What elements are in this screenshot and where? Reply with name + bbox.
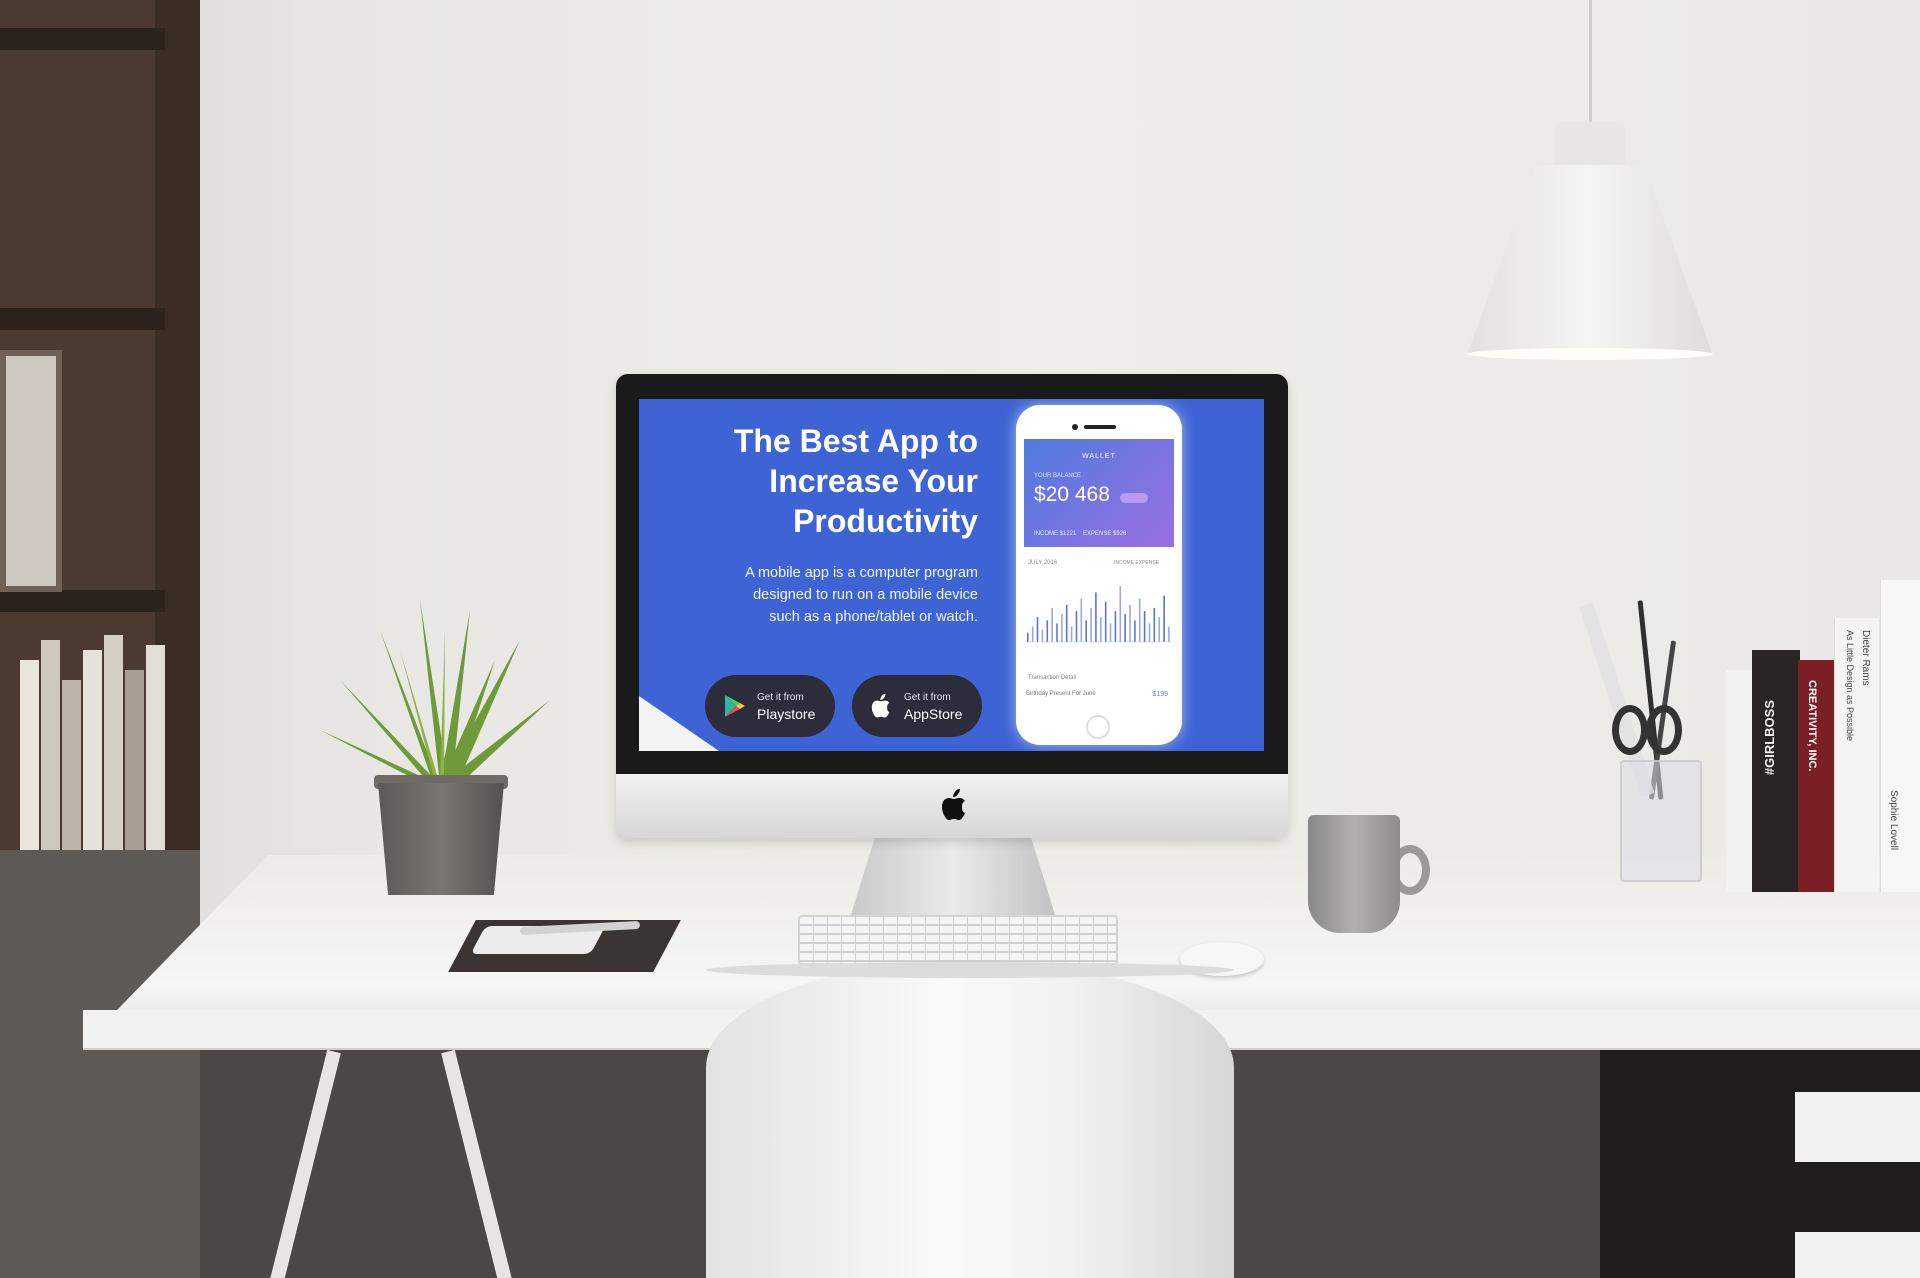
chart-bar: [1056, 623, 1058, 642]
pendant-lamp: [1467, 165, 1713, 355]
book-spine-girlboss: #GIRLBOSS: [1762, 700, 1777, 776]
appstore-label: Get it from AppStore: [904, 689, 962, 723]
button-small-text: Get it from: [904, 692, 951, 703]
chart-bar: [1119, 586, 1122, 642]
chart-bar: [1031, 626, 1034, 642]
income-expense-row: INCOME $1221 EXPENSE $926: [1034, 531, 1126, 537]
chart-bar: [1168, 626, 1170, 642]
chart-bar: [1075, 611, 1078, 642]
chart-bar: [1158, 617, 1160, 642]
chart-bar: [1129, 604, 1131, 642]
chair-rim: [706, 962, 1234, 978]
book: [1834, 618, 1879, 892]
monitor-stand: [850, 838, 1056, 918]
cabinet: [0, 850, 200, 1278]
phone-mockup: WALLET YOUR BALANCE $20 468 INCOME $1221…: [1016, 405, 1182, 745]
subtext-line: such as a phone/tablet or watch.: [769, 609, 978, 625]
hero-headline: The Best App to Increase Your Productivi…: [648, 421, 978, 541]
chart-bar: [1046, 620, 1049, 642]
transaction-name: Birthday Present For June: [1026, 691, 1096, 697]
chair: [706, 962, 1234, 1278]
chart-bar: [1143, 611, 1146, 642]
headline-line: Increase Your: [769, 463, 978, 499]
phone-camera: [1072, 424, 1078, 430]
expense-value: EXPENSE $926: [1083, 531, 1127, 537]
balance-badge: [1120, 493, 1148, 503]
button-big-text: Playstore: [757, 706, 816, 722]
scissors: [1612, 705, 1648, 755]
chart-bar: [1153, 607, 1156, 642]
wallet-title: WALLET: [1082, 453, 1116, 460]
chart-bar: [1114, 611, 1117, 642]
button-big-text: AppStore: [904, 706, 963, 722]
scissors: [1646, 705, 1682, 755]
chart-legend: INCOME EXPENSE: [1114, 560, 1160, 566]
picture-frame: [0, 350, 62, 592]
book-spine-dieter-rams: Dieter Rams: [1860, 630, 1871, 686]
chart-bar: [1036, 617, 1039, 642]
desk-scene: #GIRLBOSS CREATIVITY, INC. Dieter Rams A…: [0, 0, 1920, 1278]
shelf-board: [0, 28, 165, 50]
subtext-line: A mobile app is a computer program: [745, 565, 978, 581]
shelf-board: [0, 308, 165, 330]
chart-bar: [1090, 607, 1092, 642]
transaction-price: $199: [1152, 691, 1168, 698]
plant-leaves: [320, 600, 550, 785]
button-small-text: Get it from: [757, 692, 804, 703]
chart-bar: [1070, 626, 1073, 642]
lamp-light: [1467, 348, 1713, 360]
chart-bar: [1104, 601, 1107, 642]
shelf-board: [0, 590, 165, 612]
drawer-front: [1795, 1092, 1920, 1162]
pen-cup: [1620, 760, 1702, 882]
playstore-label: Get it from Playstore: [757, 689, 815, 723]
apple-icon: [871, 693, 890, 718]
lamp-cap: [1555, 122, 1625, 170]
mini-bar-chart: [1026, 586, 1172, 643]
headline-line: Productivity: [793, 503, 978, 539]
chart-bar: [1100, 617, 1102, 642]
play-store-icon: [725, 695, 745, 717]
income-value: INCOME $1221: [1034, 531, 1077, 537]
shelf-books: [20, 630, 165, 860]
lamp-cord: [1589, 0, 1592, 125]
chart-bar: [1027, 632, 1029, 642]
screen-landing-page: The Best App to Increase Your Productivi…: [639, 399, 1264, 751]
chart-bar: [1051, 607, 1053, 642]
apple-logo-icon: [942, 789, 965, 820]
book-spine-creativity: CREATIVITY, INC.: [1806, 680, 1818, 772]
hero-subtext: A mobile app is a computer program desig…: [688, 562, 978, 628]
subtext-line: designed to run on a mobile device: [753, 587, 978, 603]
balance-value: $20 468: [1034, 483, 1110, 506]
chart-bar: [1085, 620, 1087, 642]
book-spine-subtitle: As Little Design as Possible: [1845, 630, 1855, 742]
chart-bar: [1095, 592, 1097, 642]
book-spine-author: Sophie Lovell: [1888, 790, 1899, 851]
phone-speaker: [1084, 425, 1116, 429]
chart-bar: [1148, 623, 1151, 642]
appstore-button[interactable]: Get it from AppStore: [852, 675, 982, 737]
chart-bar: [1041, 629, 1044, 642]
chart-month: JULY 2016: [1028, 560, 1058, 566]
chart-bar: [1109, 623, 1112, 642]
chart-bar: [1080, 598, 1083, 642]
coffee-mug: [1308, 815, 1400, 933]
wallet-card: WALLET YOUR BALANCE $20 468 INCOME $1221…: [1024, 439, 1174, 547]
chart-bar: [1134, 620, 1136, 642]
chart-bar: [1138, 598, 1141, 642]
chart-bar: [1124, 614, 1126, 642]
chart-bar: [1061, 614, 1063, 642]
transaction-row[interactable]: Birthday Present For June $199: [1026, 691, 1172, 707]
chart-bar: [1163, 595, 1165, 642]
plant-pot: [378, 783, 504, 895]
balance-label: YOUR BALANCE: [1034, 473, 1082, 479]
keyboard: [798, 915, 1118, 965]
transactions-label: Transaction Detail: [1028, 675, 1077, 681]
book: [1880, 580, 1920, 892]
headline-line: The Best App to: [733, 423, 978, 459]
chart-bar: [1065, 604, 1068, 642]
playstore-button[interactable]: Get it from Playstore: [705, 675, 835, 737]
phone-home-button: [1086, 715, 1110, 739]
drawer-front: [1795, 1232, 1920, 1278]
